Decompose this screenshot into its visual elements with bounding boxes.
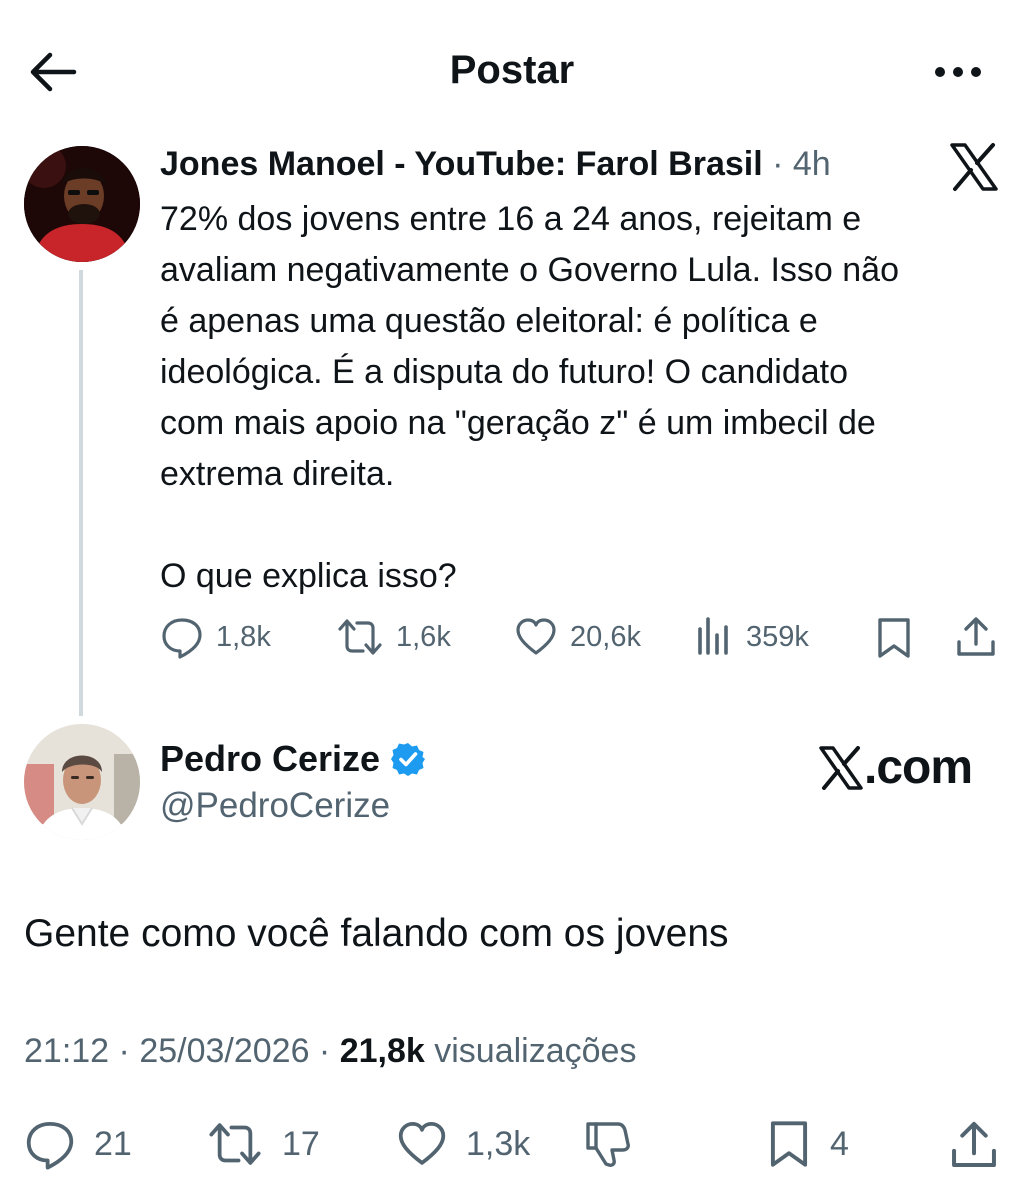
bookmark-button[interactable]: 4 <box>766 1116 849 1172</box>
author-name-row[interactable]: Pedro Cerize <box>160 738 426 780</box>
avatar[interactable] <box>24 146 140 262</box>
repost-button[interactable]: 1,6k <box>336 612 451 662</box>
quoted-post-time[interactable]: 4h <box>793 145 831 183</box>
reply-post-text: Gente como você falando com os jovens <box>24 912 729 955</box>
views-chart-icon <box>698 617 728 655</box>
views-count: 359k <box>746 620 809 653</box>
more-options-icon[interactable] <box>932 58 984 86</box>
post-date[interactable]: 25/03/2026 <box>139 1032 309 1070</box>
reply-button[interactable]: 21 <box>24 1116 132 1172</box>
separator-dot: · <box>772 145 784 183</box>
separator-dot: · <box>109 1032 140 1070</box>
dislike-icon[interactable] <box>580 1118 632 1170</box>
x-logo-icon <box>819 745 863 790</box>
like-count: 1,3k <box>466 1124 531 1163</box>
bookmark-icon <box>770 1121 808 1167</box>
quoted-post-header: Jones Manoel - YouTube: Farol Brasil · 4… <box>160 144 831 184</box>
author-name[interactable]: Pedro Cerize <box>160 738 380 780</box>
quoted-post-text: 72% dos jovens entre 16 a 24 anos, rejei… <box>160 200 900 595</box>
views-count: 21,8k <box>339 1032 425 1070</box>
x-com-watermark: .com <box>818 740 973 795</box>
like-button[interactable]: 1,3k <box>396 1116 530 1172</box>
like-count: 20,6k <box>570 620 641 653</box>
top-bar: Postar <box>0 0 1024 140</box>
reply-icon <box>162 618 202 659</box>
avatar[interactable] <box>24 724 140 840</box>
verified-badge-icon <box>391 743 426 776</box>
repost-icon <box>338 619 382 655</box>
reply-count: 21 <box>94 1124 132 1163</box>
page-title: Postar <box>449 48 575 92</box>
x-logo-icon <box>950 143 998 191</box>
post-metadata: 21:12 · 25/03/2026 · 21,8k visualizações <box>24 1032 636 1071</box>
heart-icon <box>516 618 556 655</box>
separator-dot: · <box>309 1032 340 1070</box>
views-label: visualizações <box>424 1032 637 1070</box>
reply-icon <box>26 1122 74 1170</box>
post-time[interactable]: 21:12 <box>24 1032 109 1070</box>
reply-count: 1,8k <box>216 620 271 653</box>
quoted-post-actions: 1,8k 1,6k 20,6k 359k <box>0 612 1024 662</box>
like-button[interactable]: 20,6k <box>514 612 641 662</box>
quoted-author-name[interactable]: Jones Manoel - YouTube: Farol Brasil <box>160 145 763 183</box>
repost-count: 17 <box>282 1124 320 1163</box>
watermark-text: .com <box>864 741 973 794</box>
share-icon[interactable] <box>948 1118 1000 1172</box>
views-button[interactable]: 359k <box>694 612 809 662</box>
repost-button[interactable]: 17 <box>206 1116 320 1172</box>
repost-icon <box>209 1123 261 1165</box>
author-handle[interactable]: @PedroCerize <box>160 786 390 826</box>
reply-button[interactable]: 1,8k <box>160 612 271 662</box>
repost-count: 1,6k <box>396 620 451 653</box>
share-icon[interactable] <box>954 614 998 660</box>
reply-post-actions: 21 17 1,3k 4 <box>0 1116 1024 1172</box>
heart-icon <box>398 1122 446 1165</box>
bookmark-count: 4 <box>830 1124 849 1163</box>
bookmark-icon[interactable] <box>874 616 914 660</box>
